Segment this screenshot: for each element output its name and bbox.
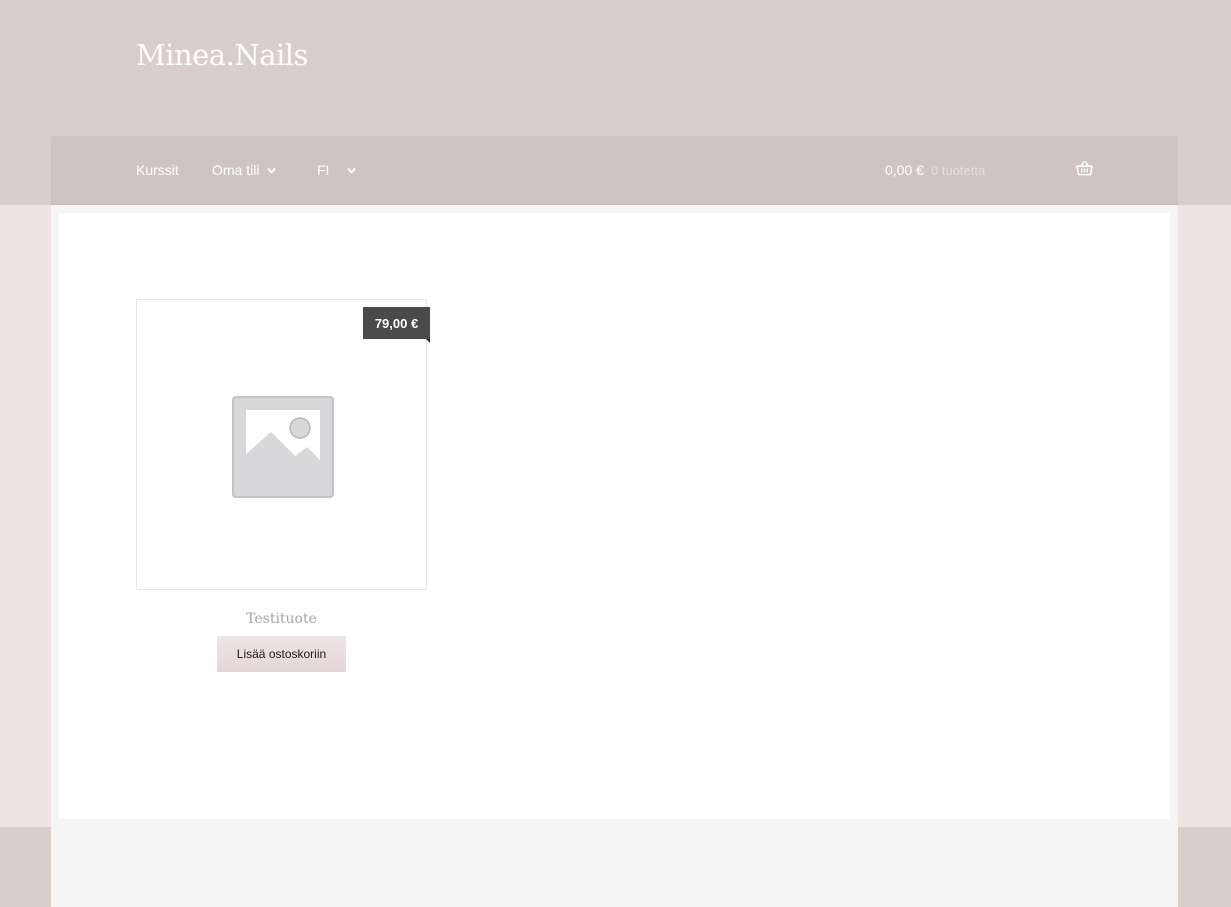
price-badge: 79,00 €	[363, 307, 430, 339]
basket-icon[interactable]	[1076, 161, 1093, 176]
chevron-down-icon	[267, 167, 277, 174]
cart-total[interactable]: 0,00 €	[885, 162, 924, 178]
content-frame	[51, 819, 1178, 827]
content-frame	[1170, 205, 1178, 827]
nav-item-kurssit[interactable]: Kurssit	[136, 162, 179, 178]
placeholder-image-icon	[232, 396, 334, 498]
content-frame	[51, 205, 59, 827]
nav-item-language[interactable]: FI	[317, 162, 357, 178]
content-frame	[51, 205, 1178, 213]
nav-item-oma-tili[interactable]: Oma tili	[212, 162, 277, 178]
primary-navigation: Kurssit Oma tili FI 0,00 € 0 tuotetta	[51, 136, 1178, 205]
product-title[interactable]: Testituote	[136, 611, 427, 627]
nav-item-label: Kurssit	[136, 162, 179, 178]
nav-item-label: Oma tili	[212, 162, 260, 178]
price-badge-fold	[426, 339, 430, 343]
cart-item-count[interactable]: 0 tuotetta	[931, 163, 985, 178]
footer-area	[51, 827, 1178, 907]
add-to-cart-button[interactable]: Lisää ostoskoriin	[217, 636, 346, 672]
nav-item-label: FI	[317, 162, 330, 178]
site-title-link[interactable]: Minea.Nails	[136, 38, 308, 72]
product-price: 79,00 €	[374, 315, 419, 331]
chevron-down-icon	[347, 167, 357, 174]
